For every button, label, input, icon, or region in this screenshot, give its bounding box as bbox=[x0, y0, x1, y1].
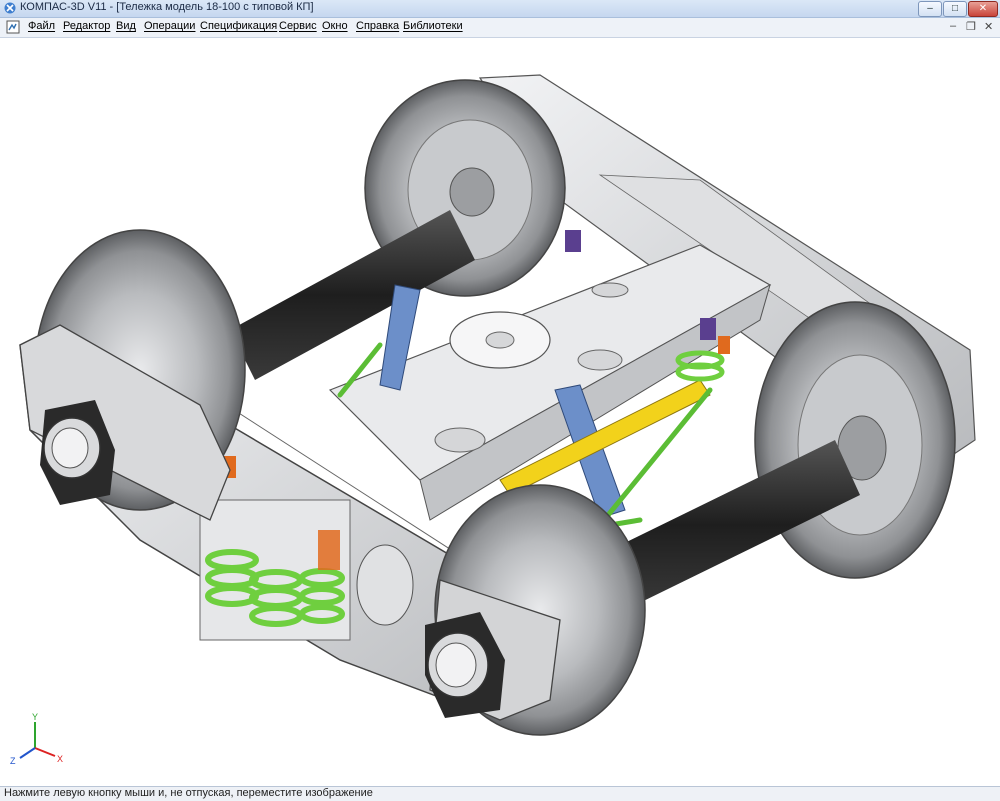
menu-operations[interactable]: Операции bbox=[144, 20, 195, 32]
menu-libraries[interactable]: Библиотеки bbox=[403, 20, 463, 32]
axis-y-label: Y bbox=[32, 712, 38, 722]
document-icon[interactable] bbox=[6, 20, 20, 34]
status-bar: Нажмите левую кнопку мыши и, не отпуская… bbox=[0, 786, 1000, 801]
kompas-app-icon bbox=[4, 2, 16, 14]
axis-z-label: Z bbox=[10, 756, 16, 766]
bogie-3d-model[interactable]: Y X Z bbox=[0, 38, 1000, 785]
spring-set-front bbox=[199, 499, 351, 641]
mdi-restore-button[interactable]: ❐ bbox=[966, 20, 976, 33]
title-bar: КОМПАС-3D V11 - [Тележка модель 18-100 с… bbox=[0, 0, 1000, 18]
status-text: Нажмите левую кнопку мыши и, не отпуская… bbox=[4, 787, 373, 799]
rear-wheel-right bbox=[754, 301, 956, 579]
menu-specification[interactable]: Спецификация bbox=[200, 20, 277, 32]
menu-view[interactable]: Вид bbox=[116, 20, 136, 32]
axis-triad: Y X Z bbox=[10, 712, 63, 766]
menu-bar: Файл Редактор Вид Операции Спецификация … bbox=[0, 18, 1000, 38]
minimize-button[interactable]: – bbox=[918, 1, 942, 17]
mdi-close-button[interactable]: ✕ bbox=[984, 20, 993, 33]
axis-x-label: X bbox=[57, 754, 63, 764]
menu-editor[interactable]: Редактор bbox=[63, 20, 110, 32]
menu-file[interactable]: Файл bbox=[28, 20, 55, 32]
mdi-minimize-button[interactable]: – bbox=[950, 20, 956, 32]
menu-window[interactable]: Окно bbox=[322, 20, 348, 32]
menu-help[interactable]: Справка bbox=[356, 20, 399, 32]
maximize-button[interactable]: □ bbox=[943, 1, 967, 17]
menu-service[interactable]: Сервис bbox=[279, 20, 317, 32]
window-title: КОМПАС-3D V11 - [Тележка модель 18-100 с… bbox=[20, 1, 314, 13]
model-viewport[interactable]: Y X Z bbox=[0, 38, 1000, 785]
close-button[interactable]: ✕ bbox=[968, 1, 998, 17]
